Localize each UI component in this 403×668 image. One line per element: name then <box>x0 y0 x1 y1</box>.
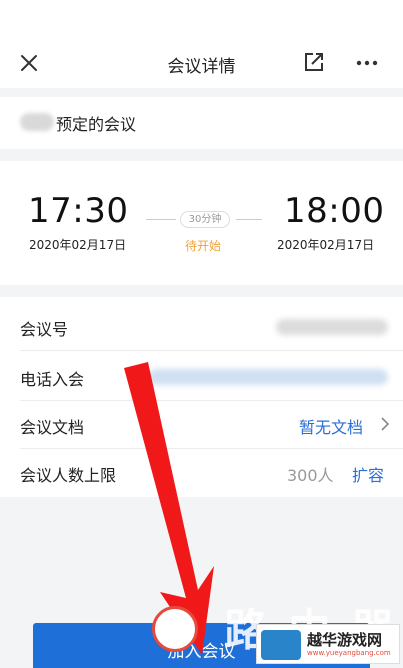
phone-number-redacted <box>148 369 388 385</box>
meeting-info-list: 会议号 电话入会 会议文档 暂无文档 会议人数上限 300人 扩容 <box>0 297 403 497</box>
organizer-row: 预定的会议 <box>0 97 403 149</box>
organizer-name-redacted <box>20 113 54 131</box>
open-external-icon[interactable] <box>303 51 325 73</box>
capacity-value: 300人 <box>287 466 334 485</box>
duration-badge: 30分钟 <box>180 211 230 228</box>
organizer-text: 预定的会议 <box>56 115 137 134</box>
meeting-docs-label: 会议文档 <box>20 418 85 437</box>
chevron-right-icon <box>381 417 390 431</box>
capacity-label: 会议人数上限 <box>20 466 117 485</box>
meeting-docs-row[interactable]: 会议文档 暂无文档 <box>0 399 403 449</box>
watermark-badge <box>152 606 198 652</box>
meeting-id-redacted <box>276 319 388 335</box>
phone-join-label: 电话入会 <box>20 370 85 389</box>
more-icon[interactable] <box>355 52 379 74</box>
meeting-id-label: 会议号 <box>20 320 69 339</box>
capacity-row: 会议人数上限 300人 扩容 <box>0 447 403 497</box>
watermark-logo: 越华游戏网 www.yueyangbang.com <box>256 624 400 664</box>
watermark-title: 越华游戏网 <box>307 631 383 649</box>
duration-line-left <box>146 219 176 220</box>
page-title: 会议详情 <box>167 57 236 77</box>
navigation-bar: 会议详情 <box>0 0 403 88</box>
meeting-docs-value[interactable]: 暂无文档 <box>299 414 363 438</box>
start-time: 17:30 <box>28 191 129 231</box>
phone-join-row[interactable]: 电话入会 <box>0 351 403 401</box>
schedule-card: 17:30 2020年02月17日 30分钟 待开始 18:00 2020年02… <box>0 161 403 285</box>
expand-capacity-link[interactable]: 扩容 <box>352 462 384 486</box>
end-date: 2020年02月17日 <box>277 238 375 252</box>
meeting-id-row[interactable]: 会议号 <box>0 301 403 351</box>
status-text: 待开始 <box>185 239 222 253</box>
start-date: 2020年02月17日 <box>29 238 127 252</box>
watermark-url: www.yueyangbang.com <box>307 649 391 657</box>
end-time: 18:00 <box>284 191 385 231</box>
duration-line-right <box>236 219 262 220</box>
watermark-logo-icon <box>261 630 301 660</box>
